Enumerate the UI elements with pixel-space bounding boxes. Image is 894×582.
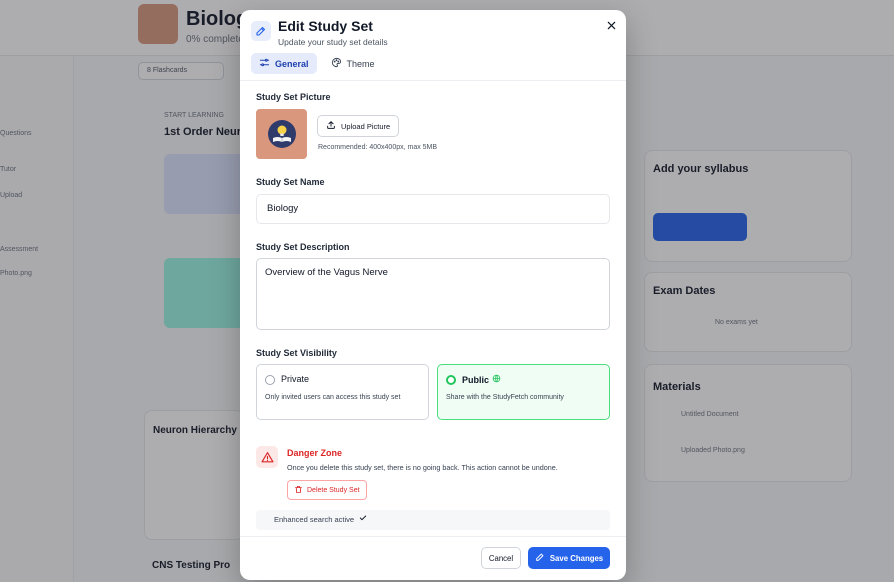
danger-zone-title: Danger Zone [287,448,343,458]
public-description: Share with the StudyFetch community [446,394,564,401]
visibility-label: Study Set Visibility [256,348,337,358]
upload-picture-button[interactable]: Upload Picture [317,115,400,137]
warning-icon [256,446,278,468]
private-radio[interactable] [265,375,275,385]
study-set-name-input[interactable]: Biology [256,194,610,224]
upload-icon [326,120,336,132]
palette-icon [331,57,342,70]
description-label: Study Set Description [256,242,350,252]
private-title: Private [281,374,309,384]
book-lightbulb-icon [267,120,296,148]
private-description: Only invited users can access this study… [265,394,401,401]
name-label: Study Set Name [256,177,325,187]
delete-study-set-button[interactable]: Delete Study Set [287,480,367,500]
globe-icon [492,374,501,385]
danger-zone-description: Once you delete this study set, there is… [287,463,558,472]
delete-label: Delete Study Set [307,486,360,494]
picture-label: Study Set Picture [256,92,331,102]
save-changes-button[interactable]: Save Changes [528,547,610,569]
dialog-title: Edit Study Set [278,18,373,34]
search-status-text: Enhanced search active [274,515,355,524]
public-title: Public [462,374,501,385]
dialog-subtitle: Update your study set details [278,37,388,47]
public-title-text: Public [462,374,490,385]
cancel-button[interactable]: Cancel [481,547,521,569]
dialog-tabs: General Theme [251,53,383,75]
visibility-option-private[interactable]: Private Only invited users can access th… [256,364,429,420]
search-status: Enhanced search active [256,510,610,530]
public-radio[interactable] [446,375,456,385]
study-set-picture [256,109,307,159]
visibility-option-public[interactable]: Public Share with the StudyFetch communi… [437,364,610,420]
tabs-divider [240,80,626,81]
save-changes-label: Save Changes [549,553,604,563]
picture-hint: Recommended: 400x400px, max 5MB [318,144,438,151]
trash-icon [294,485,303,496]
tab-label: General [275,58,309,69]
tab-theme[interactable]: Theme [323,53,383,74]
pencil-icon [535,552,545,564]
private-title-text: Private [281,374,310,384]
check-icon [359,510,367,530]
upload-picture-label: Upload Picture [341,121,391,131]
edit-study-set-dialog: Edit Study Set Update your study set det… [240,10,626,580]
footer-divider [240,536,626,537]
tab-label: Theme [346,58,375,69]
study-set-description-textarea[interactable]: Overview of the Vagus Nerve [256,258,610,330]
tab-general[interactable]: General [251,53,317,74]
pencil-icon [251,21,271,41]
sliders-icon [259,57,270,70]
close-icon[interactable] [604,18,618,32]
